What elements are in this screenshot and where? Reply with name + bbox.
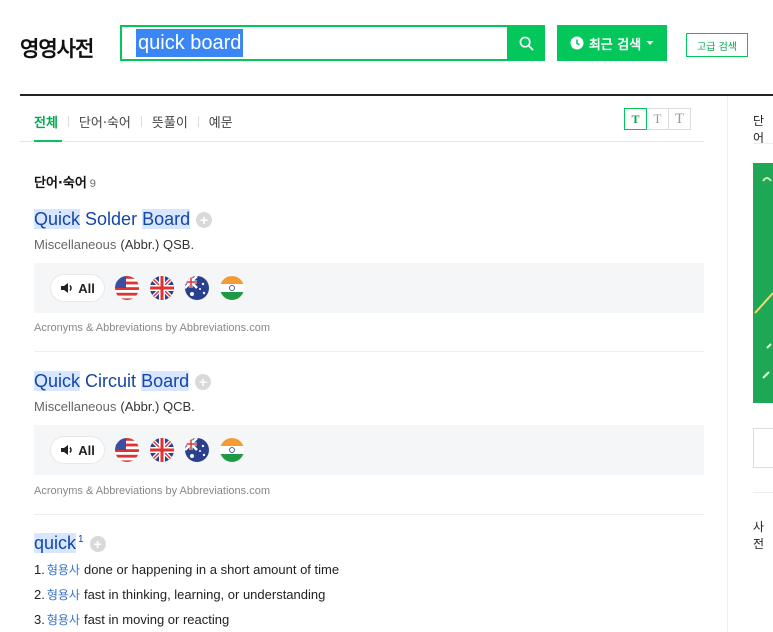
right-column-banner[interactable] [753, 163, 773, 403]
entry-divider [34, 351, 704, 352]
entry-title[interactable]: Quick Solder Board + [34, 209, 213, 230]
us-flag-icon[interactable] [115, 276, 139, 300]
search-icon [519, 36, 533, 50]
homograph-number: 1 [78, 534, 84, 545]
active-tab-indicator [34, 140, 62, 142]
font-size-large-button[interactable]: T [668, 108, 691, 130]
definition-number: 1. [34, 562, 45, 577]
entry-category: Miscellaneous [34, 399, 117, 414]
speaker-icon [61, 445, 72, 455]
search-box[interactable]: quick board [120, 25, 545, 61]
add-to-wordbook-icon[interactable]: + [89, 536, 106, 553]
entry-meta: Miscellaneous (Abbr.) QSB. [34, 237, 194, 252]
highlighted-word: Board [142, 209, 191, 229]
highlighted-word: Quick [34, 371, 81, 391]
part-of-speech[interactable]: 형용사 [47, 588, 80, 602]
definition-number: 2. [34, 587, 45, 602]
advanced-search-button[interactable]: 고급 검색 [686, 33, 748, 57]
add-to-wordbook-icon[interactable]: + [195, 374, 212, 391]
right-column-box[interactable] [753, 428, 773, 468]
word-entry-title[interactable]: quick 1 + [34, 533, 106, 554]
tab-bar-line [20, 141, 704, 142]
definition-text: fast in moving or reacting [83, 612, 230, 627]
speaker-icon [61, 283, 72, 293]
au-flag-icon[interactable] [185, 276, 209, 300]
headword: quick [34, 533, 77, 553]
dictionary-logo[interactable]: 영영사전 [20, 33, 94, 63]
definition-text: done or happening in a short amount of t… [83, 562, 340, 577]
caret-down-icon [646, 41, 654, 45]
right-column-divider [753, 492, 773, 493]
entry-category: Miscellaneous [34, 237, 117, 252]
result-count: 9 [89, 178, 96, 190]
banner-decoration [754, 177, 773, 379]
uk-flag-icon[interactable] [150, 438, 174, 462]
tab-separator [140, 115, 142, 127]
pronunciation-bar: All [34, 263, 704, 313]
recent-search-button[interactable]: 최근 검색 [557, 25, 667, 61]
right-column-label: 단어 [753, 114, 765, 145]
part-of-speech[interactable]: 형용사 [47, 563, 80, 577]
tab-examples[interactable]: 예문 [209, 112, 233, 131]
title-word: Solder [85, 209, 138, 229]
play-all-button[interactable]: All [50, 274, 105, 302]
result-tabs: 전체 단어·숙어 뜻풀이 예문 [34, 110, 233, 132]
tab-meanings[interactable]: 뜻풀이 [152, 112, 188, 131]
tab-words-idioms[interactable]: 단어·숙어 [79, 112, 131, 131]
in-flag-icon[interactable] [220, 438, 244, 462]
definition-item: 3. 형용사 fast in moving or reacting [34, 611, 229, 628]
recent-search-label: 최근 검색 [588, 37, 642, 53]
play-all-label: All [78, 442, 95, 458]
section-title: 단어·숙어 9 [34, 172, 96, 191]
entry-divider [34, 514, 704, 515]
search-button[interactable] [507, 25, 545, 61]
right-column-border [727, 96, 728, 632]
play-all-label: All [78, 280, 95, 296]
definition-item: 2. 형용사 fast in thinking, learning, or unde… [34, 586, 325, 603]
play-all-button[interactable]: All [50, 436, 105, 464]
entry-source: Acronyms & Abbreviations by Abbreviation… [34, 485, 271, 497]
au-flag-icon[interactable] [185, 438, 209, 462]
add-to-wordbook-icon[interactable]: + [196, 212, 213, 229]
in-flag-icon[interactable] [220, 276, 244, 300]
definition-text: fast in thinking, learning, or understan… [83, 587, 326, 602]
definition-item: 1. 형용사 done or happening in a short amount… [34, 561, 339, 578]
definition-number: 3. [34, 612, 45, 627]
highlighted-word: Board [141, 371, 190, 391]
right-column-label: 사전 [753, 520, 765, 551]
header-divider [20, 94, 773, 96]
clock-icon [570, 36, 584, 50]
search-selected-text: quick board [136, 29, 244, 57]
entry-abbreviation: (Abbr.) QCB. [120, 399, 195, 414]
font-size-small-button[interactable]: T [624, 108, 647, 130]
entry-abbreviation: (Abbr.) QSB. [120, 237, 195, 252]
tab-separator [67, 115, 69, 127]
title-word: Circuit [85, 371, 137, 391]
uk-flag-icon[interactable] [150, 276, 174, 300]
entry-meta: Miscellaneous (Abbr.) QCB. [34, 399, 195, 414]
font-size-medium-button[interactable]: T [646, 108, 669, 130]
part-of-speech[interactable]: 형용사 [47, 613, 80, 627]
tab-all[interactable]: 전체 [34, 112, 58, 131]
entry-source: Acronyms & Abbreviations by Abbreviation… [34, 322, 271, 334]
right-column-divider [753, 143, 773, 144]
pronunciation-bar: All [34, 425, 704, 475]
section-title-text: 단어·숙어 [34, 176, 87, 191]
us-flag-icon[interactable] [115, 438, 139, 462]
font-size-controls: T T T [624, 108, 691, 130]
tab-separator [197, 115, 199, 127]
entry-title[interactable]: Quick Circuit Board + [34, 371, 212, 392]
highlighted-word: Quick [34, 209, 81, 229]
